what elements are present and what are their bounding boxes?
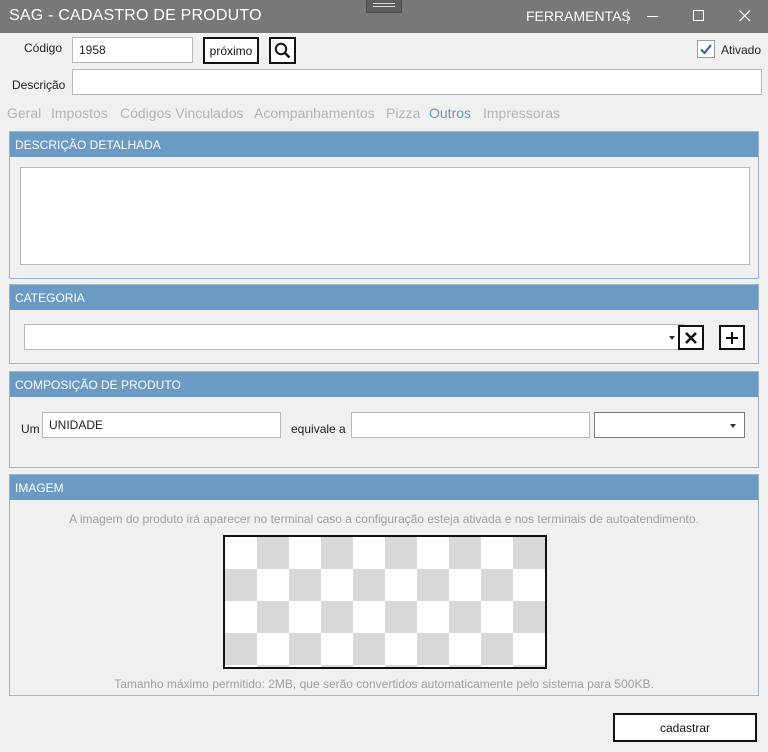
- tab-pizza[interactable]: Pizza: [386, 105, 420, 121]
- descricao-detalhada-panel: DESCRIÇÃO DETALHADA: [9, 131, 759, 279]
- imagem-note-top: A imagem do produto irá aparecer no term…: [69, 512, 699, 526]
- descricao-input[interactable]: [72, 69, 762, 95]
- plus-icon: [726, 331, 738, 344]
- equivale-label: equivale a: [291, 422, 346, 436]
- search-icon: [274, 42, 291, 59]
- composicao-header: COMPOSIÇÃO DE PRODUTO: [10, 372, 758, 397]
- checkmark-icon: [700, 44, 712, 55]
- codigo-label: Código: [24, 41, 63, 55]
- chevron-down-icon: [669, 336, 675, 340]
- quantidade-input[interactable]: [351, 412, 590, 438]
- title-separator: [627, 9, 628, 24]
- window-title: SAG - CADASTRO DE PRODUTO: [9, 7, 262, 24]
- drag-handle[interactable]: [366, 0, 402, 13]
- imagem-panel: IMAGEM A imagem do produto irá aparecer …: [9, 474, 759, 696]
- title-bar[interactable]: SAG - CADASTRO DE PRODUTO FERRAMENTAS: [0, 0, 768, 33]
- imagem-note-bottom: Tamanho máximo permitido: 2MB, que serão…: [114, 677, 654, 691]
- maximize-icon: [693, 10, 704, 21]
- categoria-header: CATEGORIA: [10, 285, 758, 310]
- minimize-button[interactable]: [630, 0, 676, 33]
- descricao-detalhada-textarea[interactable]: [20, 167, 750, 265]
- maximize-button[interactable]: [676, 0, 722, 33]
- unidade-input[interactable]: UNIDADE: [42, 412, 281, 438]
- image-placeholder[interactable]: [223, 535, 547, 669]
- search-button[interactable]: [269, 37, 296, 64]
- descricao-label: Descrição: [12, 78, 66, 92]
- close-icon: [685, 331, 697, 344]
- codigo-input[interactable]: 1958: [72, 37, 193, 63]
- um-label: Um: [21, 422, 40, 436]
- proximo-button[interactable]: próximo: [203, 37, 259, 64]
- tab-impostos[interactable]: Impostos: [51, 105, 108, 121]
- minimize-icon: [647, 16, 658, 17]
- tab-codigos-vinculados[interactable]: Códigos Vinculados: [120, 105, 244, 121]
- clear-categoria-button[interactable]: [678, 325, 704, 350]
- close-icon: [739, 10, 751, 22]
- descricao-detalhada-header: DESCRIÇÃO DETALHADA: [10, 132, 758, 157]
- tab-impressoras[interactable]: Impressoras: [483, 105, 560, 121]
- chevron-down-icon: [730, 424, 736, 428]
- ativado-label: Ativado: [721, 43, 762, 57]
- tab-outros[interactable]: Outros: [429, 105, 471, 121]
- ativado-checkbox[interactable]: [697, 40, 715, 58]
- composicao-panel: COMPOSIÇÃO DE PRODUTO Um UNIDADE equival…: [9, 371, 759, 468]
- categoria-select[interactable]: [24, 324, 684, 350]
- tab-acompanhamentos[interactable]: Acompanhamentos: [254, 105, 375, 121]
- close-button[interactable]: [722, 0, 768, 33]
- cadastrar-button[interactable]: cadastrar: [613, 713, 757, 742]
- unit-select[interactable]: [594, 412, 745, 438]
- add-categoria-button[interactable]: [719, 325, 745, 350]
- categoria-panel: CATEGORIA: [9, 284, 759, 364]
- imagem-header: IMAGEM: [10, 475, 758, 500]
- tools-menu[interactable]: FERRAMENTAS: [526, 8, 631, 24]
- tab-geral[interactable]: Geral: [7, 105, 41, 121]
